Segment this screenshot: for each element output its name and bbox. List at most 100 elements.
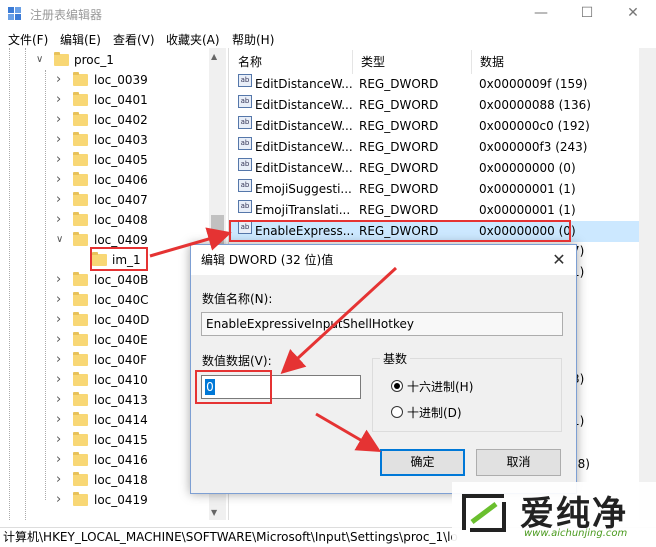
tree-item-label: loc_0406	[94, 173, 148, 187]
value-type: REG_DWORD	[359, 182, 439, 196]
list-item[interactable]: ab EditDistanceW... REG_DWORD 0x000000f3 (2…	[230, 137, 639, 158]
folder-icon	[73, 152, 88, 166]
value-data: 0x000000f3 (243)	[479, 140, 588, 154]
folder-icon	[73, 292, 88, 306]
highlight-box-value-input	[195, 370, 272, 404]
chevron-right-icon[interactable]: ›	[56, 130, 61, 150]
tree-item-label: loc_0413	[94, 393, 148, 407]
radio-unselected-icon[interactable]	[391, 406, 403, 418]
tree-item-label: loc_0410	[94, 373, 148, 387]
column-header-type[interactable]: 类型	[353, 50, 472, 74]
value-name: EditDistanceW...	[255, 119, 353, 133]
value-name: EmojiSuggesti...	[255, 182, 352, 196]
folder-icon	[73, 72, 88, 86]
tree-item-label: loc_0405	[94, 153, 148, 167]
folder-icon	[73, 132, 88, 146]
chevron-right-icon[interactable]: ›	[56, 90, 61, 110]
chevron-right-icon[interactable]: ›	[56, 190, 61, 210]
list-item[interactable]: ab EditDistanceW... REG_DWORD 0x0000009f (1…	[230, 74, 639, 95]
folder-icon	[73, 332, 88, 346]
value-data: 0x000000c0 (192)	[479, 119, 590, 133]
chevron-down-icon[interactable]: ∨	[56, 230, 63, 250]
dialog-title: 编辑 DWORD (32 位)值	[191, 245, 576, 275]
folder-icon	[54, 52, 69, 66]
folder-icon	[73, 92, 88, 106]
chevron-right-icon[interactable]: ›	[56, 450, 61, 470]
folder-icon	[73, 492, 88, 506]
list-scrollbar[interactable]	[639, 48, 656, 520]
radix-hex-label: 十六进制(H)	[407, 380, 474, 394]
tree-item-label: loc_040F	[94, 353, 148, 367]
value-type: REG_DWORD	[359, 98, 439, 112]
ok-button[interactable]: 确定	[380, 449, 465, 476]
chevron-right-icon[interactable]: ›	[56, 430, 61, 450]
list-item[interactable]: ab EditDistanceW... REG_DWORD 0x00000000 (0…	[230, 158, 639, 179]
tree-item-label: loc_0407	[94, 193, 148, 207]
folder-icon	[73, 372, 88, 386]
dialog-close-icon[interactable]: ✕	[546, 248, 572, 272]
value-data-label: 数值数据(V):	[202, 354, 272, 368]
chevron-right-icon[interactable]: ›	[56, 170, 61, 190]
chevron-right-icon[interactable]: ›	[56, 330, 61, 350]
chevron-right-icon[interactable]: ›	[56, 110, 61, 130]
chevron-right-icon[interactable]: ›	[56, 390, 61, 410]
radio-selected-icon[interactable]	[391, 380, 403, 392]
chevron-right-icon[interactable]: ›	[56, 210, 61, 230]
folder-icon	[73, 272, 88, 286]
tree-guide-line	[9, 48, 10, 520]
tree-item-label: loc_0408	[94, 213, 148, 227]
chevron-right-icon[interactable]: ›	[56, 470, 61, 490]
tree-guide-line	[45, 70, 46, 500]
list-item[interactable]: ab EditDistanceW... REG_DWORD 0x000000c0 (1…	[230, 116, 639, 137]
chevron-right-icon[interactable]: ›	[56, 370, 61, 390]
registry-value-icon: ab	[238, 200, 252, 213]
folder-icon	[73, 312, 88, 326]
registry-value-icon: ab	[238, 158, 252, 171]
tree-item-label: loc_0418	[94, 473, 148, 487]
list-item[interactable]: ab EditDistanceW... REG_DWORD 0x00000088 (1…	[230, 95, 639, 116]
chevron-right-icon[interactable]: ›	[56, 150, 61, 170]
tree-item-label: loc_0415	[94, 433, 148, 447]
chevron-right-icon[interactable]: ›	[56, 350, 61, 370]
watermark-logo-icon	[462, 494, 506, 532]
chevron-right-icon[interactable]: ›	[56, 410, 61, 430]
value-data: 0x00000088 (136)	[479, 98, 591, 112]
radix-hex-option[interactable]: 十六进制(H)	[391, 378, 521, 394]
column-header-data[interactable]: 数据	[472, 50, 639, 74]
highlight-box-list-row	[229, 220, 571, 242]
menu-favorites[interactable]: 收藏夹(A)	[166, 31, 220, 48]
menu-edit[interactable]: 编辑(E)	[60, 31, 101, 48]
maximize-button[interactable]: ☐	[564, 0, 610, 28]
list-item[interactable]: ab EmojiSuggesti... REG_DWORD 0x00000001 (1…	[230, 179, 639, 200]
list-item[interactable]: ab EmojiTranslati... REG_DWORD 0x00000001 (…	[230, 200, 639, 221]
scroll-up-icon[interactable]: ▲	[211, 52, 217, 61]
value-name: EmojiTranslati...	[255, 203, 351, 217]
menu-file[interactable]: 文件(F)	[8, 31, 48, 48]
chevron-right-icon[interactable]: ›	[56, 70, 61, 90]
value-data: 0x0000009f (159)	[479, 77, 588, 91]
folder-icon	[73, 472, 88, 486]
folder-icon	[73, 432, 88, 446]
folder-icon	[73, 412, 88, 426]
chevron-right-icon[interactable]: ›	[56, 310, 61, 330]
value-type: REG_DWORD	[359, 140, 439, 154]
minimize-button[interactable]: —	[518, 0, 564, 28]
chevron-right-icon[interactable]: ›	[56, 270, 61, 290]
scroll-down-icon[interactable]: ▼	[211, 508, 217, 517]
chevron-down-icon[interactable]: ∨	[36, 50, 43, 70]
chevron-right-icon[interactable]: ›	[56, 290, 61, 310]
registry-value-icon: ab	[238, 95, 252, 108]
chevron-right-icon[interactable]: ›	[56, 490, 61, 510]
column-header-name[interactable]: 名称	[230, 50, 353, 74]
tree-item-label: loc_0414	[94, 413, 148, 427]
close-window-button[interactable]: ✕	[610, 0, 656, 28]
tree-item-label: loc_0402	[94, 113, 148, 127]
value-name-field: EnableExpressiveInputShellHotkey	[201, 312, 563, 336]
value-type: REG_DWORD	[359, 161, 439, 175]
menu-help[interactable]: 帮助(H)	[232, 31, 274, 48]
cancel-button[interactable]: 取消	[476, 449, 561, 476]
value-data: 0x00000001 (1)	[479, 182, 576, 196]
menu-view[interactable]: 查看(V)	[113, 31, 155, 48]
radix-dec-option[interactable]: 十进制(D)	[391, 404, 521, 420]
tree-item-label: loc_0419	[94, 493, 148, 507]
